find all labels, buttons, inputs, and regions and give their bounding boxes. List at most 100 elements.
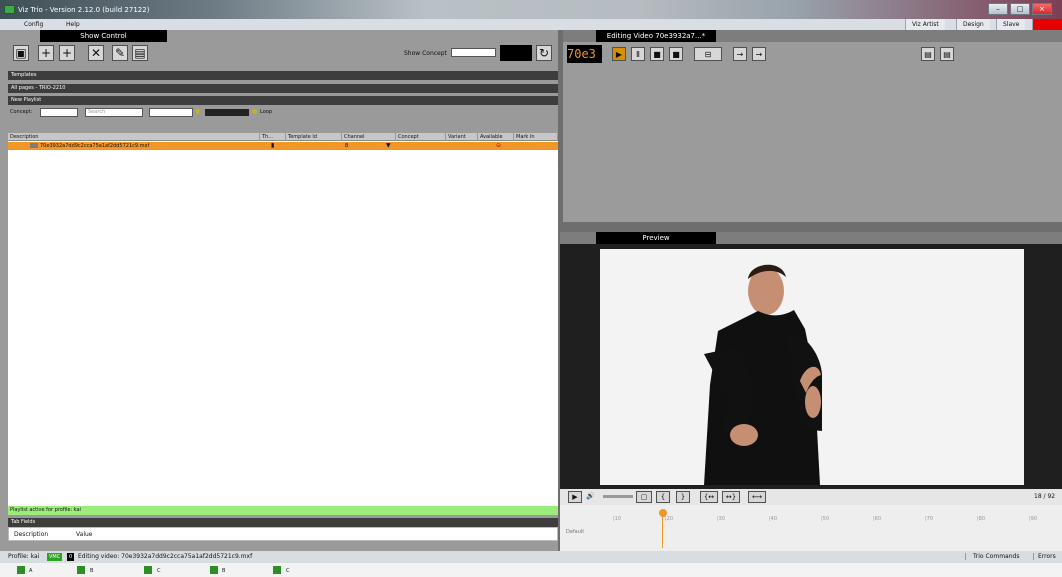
show-concept-select[interactable]: [451, 48, 496, 57]
mark-out-icon[interactable]: ↔}: [722, 491, 740, 503]
page-code: 70e3: [567, 45, 602, 63]
all-pages-bar[interactable]: All pages - TRIO-2210: [8, 84, 558, 93]
channel-dropdown-icon[interactable]: ▼: [386, 142, 391, 149]
errors-button[interactable]: Errors: [1033, 553, 1056, 560]
timeline-tick: |40: [769, 516, 778, 522]
online-button[interactable]: Online: [1032, 19, 1062, 30]
loop-icon[interactable]: ●: [252, 108, 257, 115]
play-mode-buttons[interactable]: [205, 109, 249, 116]
clear-icon[interactable]: ▤: [132, 45, 148, 61]
playhead-line: [662, 516, 663, 548]
import-icon[interactable]: →: [733, 47, 747, 61]
vmc-badge: VMC: [47, 553, 63, 561]
refresh-icon[interactable]: ↻: [536, 45, 552, 61]
concept-select[interactable]: [40, 108, 78, 117]
col-mark-in[interactable]: Mark In: [514, 133, 558, 141]
timeline-tick: |60: [873, 516, 882, 522]
concept-label: Concept:: [10, 109, 33, 115]
loop-range-icon[interactable]: ⟷: [748, 491, 766, 503]
design-button[interactable]: Design: [956, 19, 990, 30]
menubar: [0, 19, 1062, 30]
channel-b-label: B: [90, 568, 94, 574]
table-row[interactable]: 70e3932a7dd9c2cca75a1af2dd5721c9.mxf ▮ B…: [8, 142, 558, 150]
open-icon[interactable]: ▣: [13, 45, 29, 61]
add-group-icon[interactable]: +: [59, 45, 75, 61]
channel-c-icon[interactable]: [144, 566, 152, 574]
step-forward-icon[interactable]: }: [676, 491, 690, 503]
col-description[interactable]: Description: [8, 133, 260, 141]
app-icon: [4, 5, 15, 14]
playlist-table[interactable]: Description Th... Template Id Channel Co…: [8, 133, 558, 506]
preview-title: Preview: [596, 232, 716, 244]
preview-video: [600, 249, 1024, 485]
editing-status: Editing video: 70e3932a7dd9c2cca75a1af2d…: [78, 553, 253, 560]
channel-b-icon[interactable]: [77, 566, 85, 574]
search-input[interactable]: Search: [85, 108, 143, 117]
zero-badge: 0: [67, 553, 75, 561]
loop-label: Loop: [260, 109, 272, 115]
continue-icon[interactable]: ■: [650, 47, 664, 61]
col-variant[interactable]: Variant: [446, 133, 478, 141]
playhead-icon[interactable]: [659, 509, 667, 517]
menu-help[interactable]: Help: [60, 19, 86, 30]
step-back-icon[interactable]: {: [656, 491, 670, 503]
tab-fields-bar[interactable]: Tab Fields: [8, 518, 558, 527]
timeline-tick: |90: [1029, 516, 1038, 522]
frame-counter: 18 / 92: [1034, 493, 1056, 500]
channel-c-label: C: [157, 568, 161, 574]
filter-icon[interactable]: ▼: [195, 108, 200, 116]
timeline-default-label: Default: [566, 529, 585, 535]
playlist-status: Playlist active for profile: kai: [8, 506, 558, 515]
timeline-tick: |30: [717, 516, 726, 522]
unavailable-icon: ⊖: [496, 142, 502, 149]
channel-b-secondary-label: B: [222, 568, 226, 574]
channel-a-icon[interactable]: [17, 566, 25, 574]
col-thumb[interactable]: Th...: [260, 133, 286, 141]
close-button[interactable]: ×: [1032, 3, 1052, 15]
trio-commands-button[interactable]: Trio Commands: [965, 553, 1019, 560]
editing-video-tab[interactable]: Editing Video 70e3932a7...*: [596, 30, 716, 42]
pause-icon[interactable]: Ⅱ: [631, 47, 645, 61]
save-icon[interactable]: ▤: [921, 47, 935, 61]
mark-in-icon[interactable]: {↔: [700, 491, 718, 503]
timeline-tick: |20: [665, 516, 674, 522]
col-available[interactable]: Available: [478, 133, 514, 141]
color-swatch: [500, 45, 532, 61]
timeline[interactable]: [560, 505, 1062, 551]
maximize-button[interactable]: □: [1010, 3, 1030, 15]
row-channel: B: [345, 143, 349, 149]
minimize-button[interactable]: –: [988, 3, 1008, 15]
channel-c-secondary-label: C: [286, 568, 290, 574]
menu-config[interactable]: Config: [18, 19, 49, 30]
col-concept[interactable]: Concept: [396, 133, 446, 141]
frame-back-icon[interactable]: ▢: [636, 491, 652, 503]
tools-icon[interactable]: ✕: [88, 45, 104, 61]
new-playlist-bar[interactable]: New Playlist: [8, 96, 558, 105]
preview-icon[interactable]: ⊟: [694, 47, 722, 61]
timeline-tick: |10: [613, 516, 622, 522]
tab-col-description: Description: [14, 531, 49, 538]
channel-c-secondary-icon[interactable]: [273, 566, 281, 574]
tab-col-value: Value: [76, 531, 93, 538]
channel-b-secondary-icon[interactable]: [210, 566, 218, 574]
audio-icon[interactable]: 🔊: [586, 492, 595, 500]
viz-artist-button[interactable]: Viz Artist: [905, 19, 945, 30]
brush-icon[interactable]: ✎: [112, 45, 128, 61]
timeline-tick: |50: [821, 516, 830, 522]
slave-button[interactable]: Slave: [996, 19, 1026, 30]
play-icon[interactable]: ▶: [568, 491, 582, 503]
thumb-icon: ▮: [271, 142, 275, 149]
filter-select[interactable]: [149, 108, 193, 117]
out-icon[interactable]: ■: [669, 47, 683, 61]
timeline-tick: |80: [977, 516, 986, 522]
col-template-id[interactable]: Template Id: [286, 133, 342, 141]
timeline-tick: |70: [925, 516, 934, 522]
templates-bar[interactable]: Templates: [8, 71, 558, 80]
save-as-icon[interactable]: ▤: [940, 47, 954, 61]
take-icon[interactable]: ▶: [612, 47, 626, 61]
volume-slider[interactable]: [603, 495, 633, 498]
export-icon[interactable]: →: [752, 47, 766, 61]
col-channel[interactable]: Channel: [342, 133, 396, 141]
add-page-icon[interactable]: +: [38, 45, 54, 61]
timeline-ticks: |10 |20 |30 |40 |50 |60 |70 |80 |90: [613, 516, 1037, 524]
